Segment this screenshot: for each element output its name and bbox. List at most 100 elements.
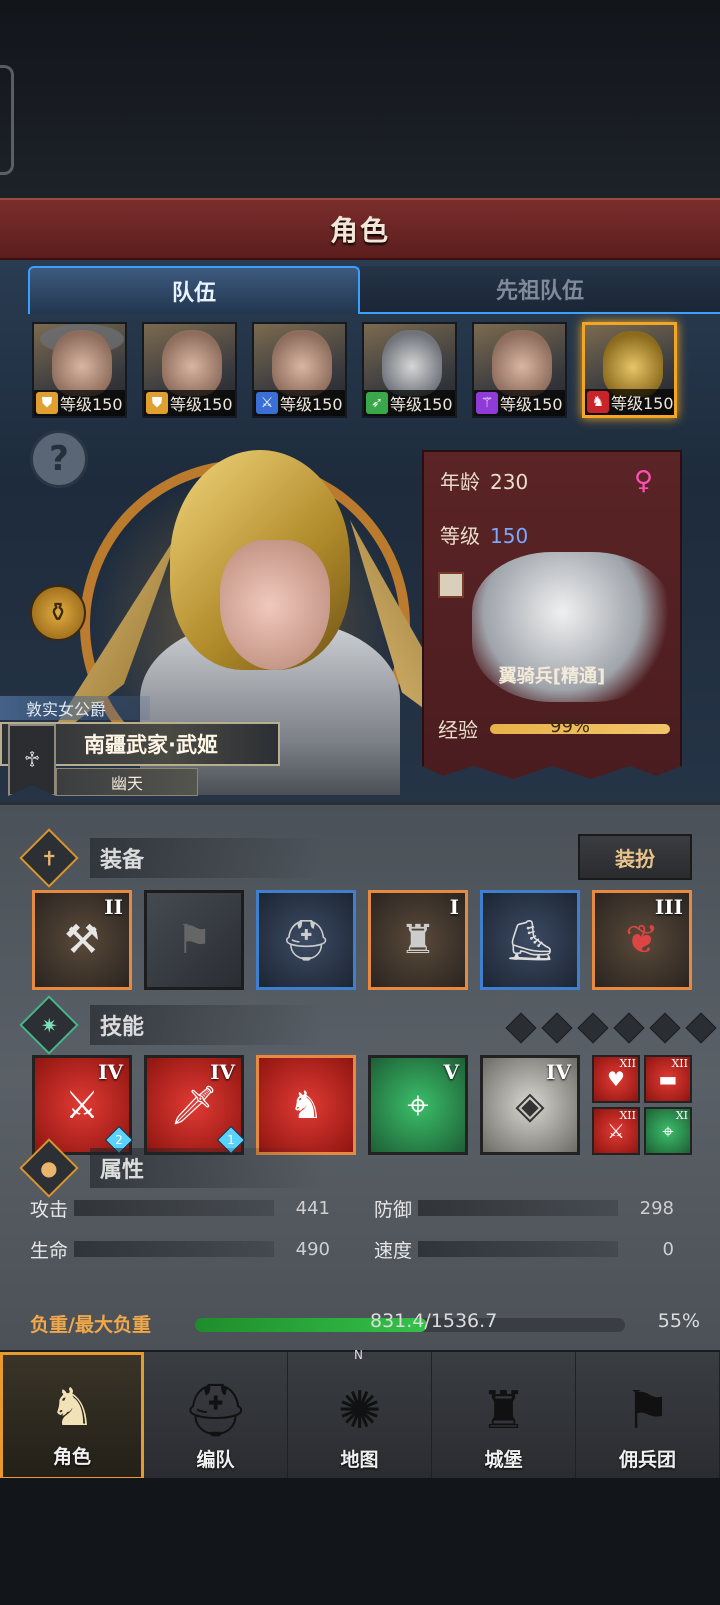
skills-header: ✷ 技能 <box>19 995 448 1055</box>
attributes-section-icon: ● <box>19 1138 79 1198</box>
skill-5[interactable]: ◈ IV <box>480 1055 580 1155</box>
portrait <box>492 330 552 396</box>
load-value: 831.4/1536.7 <box>370 1310 498 1332</box>
team-tabs: 队伍 先祖队伍 <box>28 266 720 316</box>
equipment-label: 装备 <box>90 838 325 878</box>
stat-defense: 防御 298 <box>374 1195 674 1221</box>
tier-label: XII <box>619 1057 636 1070</box>
age-value: 230 <box>490 470 529 494</box>
level-text: 等级150 <box>170 395 233 414</box>
bow-icon: ➶ <box>366 392 388 414</box>
party-member-1[interactable]: ⛊ 等级150 <box>32 322 127 418</box>
castle-icon: ♜ <box>480 1381 527 1441</box>
horse-charge-icon: ♞ <box>288 1083 324 1127</box>
passive-attack-skill[interactable]: ⚔ XII <box>592 1107 640 1155</box>
flag-icon: ⚑ <box>176 917 212 963</box>
tier-label: I <box>449 895 459 919</box>
party-member-5[interactable]: ⚚ 等级150 <box>472 322 567 418</box>
amulet-icon: ❦ <box>625 917 659 963</box>
skill-2[interactable]: 🗡 IV 1 <box>144 1055 246 1155</box>
level-text: 等级150 <box>500 395 563 414</box>
level-text: 等级150 <box>60 395 123 414</box>
party-member-4[interactable]: ➶ 等级150 <box>362 322 457 418</box>
equip-slot-armor[interactable]: ♜ I <box>368 890 468 990</box>
rank-title: 敦实女公爵 <box>0 696 150 720</box>
equip-slot-banner[interactable]: ⚑ <box>144 890 244 990</box>
tab-team[interactable]: 队伍 <box>28 266 360 314</box>
age-row: 年龄 230 <box>440 466 528 495</box>
compass-icon: ✺ <box>337 1381 382 1441</box>
potion-button[interactable]: ⚱ <box>30 585 86 641</box>
portrait <box>162 330 222 396</box>
nav-formation[interactable]: ⛑ 编队 <box>144 1352 288 1480</box>
stat-value: 298 <box>639 1197 674 1219</box>
rank-title-text: 敦实女公爵 <box>26 700 107 719</box>
passive-strength-skill[interactable]: ▬ XII <box>644 1055 692 1103</box>
side-frame-decoration <box>0 65 14 175</box>
skill-points <box>505 1012 717 1044</box>
nav-label: 地图 <box>340 1449 379 1471</box>
bottom-nav: ♞ 角色 ⛑ 编队 N ✺ 地图 ♜ 城堡 ⚑ 佣兵团 <box>0 1348 720 1480</box>
tier-label: IV <box>98 1060 123 1084</box>
level-text: 等级150 <box>390 395 453 414</box>
portrait <box>382 330 442 396</box>
helmet-icon: ⛑ <box>280 917 332 964</box>
page-title: 角色 <box>329 214 390 247</box>
nav-character[interactable]: ♞ 角色 <box>0 1352 144 1480</box>
portrait <box>603 331 663 397</box>
level-text: 等级150 <box>611 394 674 413</box>
bottom-empty-area <box>0 1478 720 1605</box>
tier-label: IV <box>546 1060 571 1084</box>
attributes-header: ● 属性 <box>19 1138 448 1198</box>
equip-slot-amulet[interactable]: ❦ III <box>592 890 692 990</box>
sub-name-plate: 幽天 <box>56 768 198 796</box>
horse-icon: ♞ <box>587 391 609 413</box>
level-bar: ♞ 等级150 <box>585 389 674 415</box>
tab-ancestor-team[interactable]: 先祖队伍 <box>360 266 720 314</box>
party-member-6[interactable]: ♞ 等级150 <box>582 322 677 418</box>
unit-name: 翼骑兵[精通] <box>498 666 606 687</box>
skills-section-icon: ✷ <box>19 995 79 1055</box>
sub-name: 幽天 <box>110 774 143 793</box>
passive-skills: ♥ XII ▬ XII ⚔ XII ⌖ XI <box>592 1055 692 1155</box>
helmet-icon: ⛑ <box>182 1381 249 1441</box>
skill-4[interactable]: ⌖ V <box>368 1055 468 1155</box>
attributes-label: 属性 <box>90 1148 325 1188</box>
crystal-icon: ◈ <box>515 1083 545 1127</box>
title-bar: 角色 <box>0 198 720 260</box>
party-member-2[interactable]: ⛊ 等级150 <box>142 322 237 418</box>
passive-accuracy-skill[interactable]: ⌖ XI <box>644 1107 692 1155</box>
skill-point-icon <box>613 1012 645 1044</box>
level-label: 等级 <box>440 524 480 548</box>
load-row: 负重/最大负重 831.4/1536.7 55% <box>30 1310 700 1340</box>
help-button[interactable]: ? <box>30 430 88 488</box>
skills-label: 技能 <box>90 1005 325 1045</box>
nav-mercenary[interactable]: ⚑ 佣兵团 <box>576 1352 720 1480</box>
tier-label: II <box>104 895 123 919</box>
skill-3[interactable]: ♞ <box>256 1055 356 1155</box>
tier-label: XI <box>675 1109 688 1122</box>
greaves-icon: ⛸ <box>504 917 556 964</box>
target-icon: ⌖ <box>407 1082 429 1127</box>
top-empty-area <box>0 0 720 200</box>
stat-value: 441 <box>295 1197 330 1219</box>
party-member-3[interactable]: ⚔ 等级150 <box>252 322 347 418</box>
level-text: 等级150 <box>280 395 343 414</box>
dress-up-button[interactable]: 装扮 <box>578 834 692 880</box>
shield-icon: ⛊ <box>146 392 168 414</box>
compass-north-label: N <box>354 1348 363 1362</box>
staff-icon: ⚚ <box>476 392 498 414</box>
nav-castle[interactable]: ♜ 城堡 <box>432 1352 576 1480</box>
stat-hp: 生命 490 <box>30 1236 330 1262</box>
xp-label: 经验 <box>438 718 478 742</box>
stat-attack: 攻击 441 <box>30 1195 330 1221</box>
sword-icon: ⚔ <box>256 392 278 414</box>
passive-hp-skill[interactable]: ♥ XII <box>592 1055 640 1103</box>
nav-map[interactable]: N ✺ 地图 <box>288 1348 432 1480</box>
equip-slot-helmet[interactable]: ⛑ <box>256 890 356 990</box>
knight-icon: ♞ <box>48 1378 96 1438</box>
equip-slot-weapon[interactable]: ⚒ II <box>32 890 132 990</box>
dumbbell-icon: ▬ <box>658 1067 678 1091</box>
stat-bar <box>74 1200 274 1216</box>
equip-slot-boots[interactable]: ⛸ <box>480 890 580 990</box>
